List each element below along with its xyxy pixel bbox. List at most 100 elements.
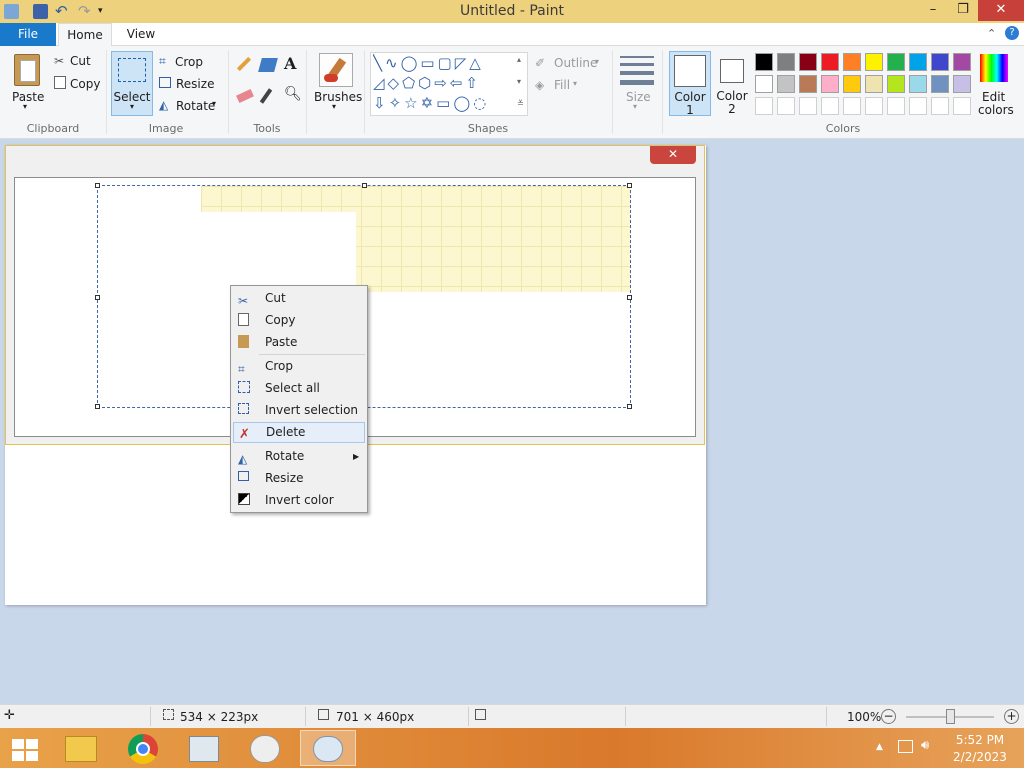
show-hidden-icons[interactable]: ▲ bbox=[876, 742, 883, 752]
taskmgr-button[interactable] bbox=[177, 730, 233, 766]
context-menu-invert-selection[interactable]: Invert selection bbox=[233, 400, 365, 421]
help-icon[interactable]: ? bbox=[1005, 26, 1019, 40]
fill-bucket-icon[interactable] bbox=[258, 58, 278, 72]
shapes-scroll-down-icon[interactable]: ▾ bbox=[517, 77, 521, 86]
custom-color-slot[interactable] bbox=[909, 97, 927, 115]
context-menu-crop[interactable]: ⌗ Crop bbox=[233, 356, 365, 377]
pencil-icon[interactable] bbox=[236, 56, 252, 72]
color-swatch[interactable] bbox=[821, 53, 839, 71]
color-swatch[interactable] bbox=[843, 75, 861, 93]
crop-button[interactable]: Crop bbox=[175, 55, 203, 69]
select-button[interactable]: Select ▾ bbox=[111, 51, 153, 116]
volume-icon[interactable]: 🔊︎ bbox=[921, 738, 929, 753]
paste-dropdown-icon[interactable]: ▾ bbox=[23, 102, 27, 111]
color-picker-icon[interactable] bbox=[259, 88, 273, 104]
context-menu-copy[interactable]: Copy bbox=[233, 310, 365, 331]
custom-color-slot[interactable] bbox=[865, 97, 883, 115]
rotate-dropdown-icon[interactable]: ▾ bbox=[212, 99, 216, 108]
color-swatch[interactable] bbox=[909, 53, 927, 71]
restore-button[interactable]: ❐ bbox=[948, 0, 978, 21]
start-button[interactable] bbox=[0, 730, 56, 766]
color1-button[interactable]: Color 1 bbox=[669, 51, 711, 117]
selection-handle[interactable] bbox=[95, 183, 100, 188]
size-button[interactable]: Size bbox=[626, 90, 651, 104]
clock-time[interactable]: 5:52 PM bbox=[950, 733, 1010, 747]
color-swatch[interactable] bbox=[909, 75, 927, 93]
brushes-dropdown-icon[interactable]: ▾ bbox=[332, 102, 336, 111]
color-swatch[interactable] bbox=[755, 53, 773, 71]
minimize-button[interactable]: – bbox=[918, 0, 948, 21]
minimize-ribbon-icon[interactable]: ⌃ bbox=[987, 27, 996, 40]
color-swatch[interactable] bbox=[931, 75, 949, 93]
color-swatch[interactable] bbox=[887, 75, 905, 93]
color-swatch[interactable] bbox=[887, 53, 905, 71]
file-explorer-button[interactable] bbox=[55, 730, 111, 766]
eraser-icon[interactable] bbox=[236, 88, 254, 104]
custom-color-slot[interactable] bbox=[843, 97, 861, 115]
custom-color-slot[interactable] bbox=[821, 97, 839, 115]
clock-date[interactable]: 2/2/2023 bbox=[950, 750, 1010, 764]
color-swatch[interactable] bbox=[843, 53, 861, 71]
selection-handle[interactable] bbox=[95, 404, 100, 409]
fill-dropdown-icon[interactable]: ▾ bbox=[573, 79, 577, 88]
color-swatch[interactable] bbox=[821, 75, 839, 93]
fill-button[interactable]: Fill bbox=[554, 78, 570, 92]
rotate-button[interactable]: Rotate bbox=[176, 99, 215, 113]
selection-handle[interactable] bbox=[627, 295, 632, 300]
shapes-more-icon[interactable]: ≚ bbox=[517, 99, 524, 108]
color-swatch[interactable] bbox=[777, 75, 795, 93]
zoom-slider-thumb[interactable] bbox=[946, 709, 955, 724]
paint-active-button[interactable] bbox=[300, 730, 356, 766]
custom-color-slot[interactable] bbox=[755, 97, 773, 115]
custom-color-slot[interactable] bbox=[953, 97, 971, 115]
selection-handle[interactable] bbox=[627, 404, 632, 409]
paint-pinned-button[interactable] bbox=[238, 730, 294, 766]
selection-handle[interactable] bbox=[95, 295, 100, 300]
custom-color-slot[interactable] bbox=[887, 97, 905, 115]
size-dropdown-icon[interactable]: ▾ bbox=[633, 102, 637, 111]
context-menu-rotate[interactable]: ◭ Rotate ▶ bbox=[233, 446, 365, 467]
text-tool-icon[interactable]: A bbox=[284, 54, 296, 73]
color-swatch[interactable] bbox=[777, 53, 795, 71]
custom-color-slot[interactable] bbox=[799, 97, 817, 115]
shapes-scroll-up-icon[interactable]: ▴ bbox=[517, 55, 521, 64]
close-button[interactable]: ✕ bbox=[978, 0, 1024, 21]
color-swatch[interactable] bbox=[953, 75, 971, 93]
context-menu-delete[interactable]: ✗ Delete bbox=[233, 422, 365, 443]
context-menu-invert-color[interactable]: Invert color bbox=[233, 490, 365, 511]
outline-button[interactable]: Outline bbox=[554, 56, 597, 70]
cut-icon[interactable]: ✂ bbox=[54, 54, 64, 68]
cut-button[interactable]: Cut bbox=[70, 54, 91, 68]
context-menu-paste[interactable]: Paste bbox=[233, 332, 365, 353]
chrome-button[interactable] bbox=[116, 730, 172, 766]
color-swatch[interactable] bbox=[865, 75, 883, 93]
selection-handle[interactable] bbox=[362, 183, 367, 188]
context-menu-cut[interactable]: ✂ Cut bbox=[233, 288, 365, 309]
color-swatch[interactable] bbox=[799, 53, 817, 71]
selection-handle[interactable] bbox=[627, 183, 632, 188]
color2-button[interactable]: Color 2 bbox=[712, 51, 752, 116]
color-swatch[interactable] bbox=[931, 53, 949, 71]
zoom-in-button[interactable]: + bbox=[1004, 709, 1019, 724]
magnifier-icon[interactable]: 🔍︎ bbox=[284, 86, 302, 102]
context-menu-select-all[interactable]: Select all bbox=[233, 378, 365, 399]
resize-button[interactable]: Resize bbox=[176, 77, 214, 91]
edit-colors-label-2[interactable]: colors bbox=[978, 103, 1014, 117]
tab-file[interactable]: File bbox=[0, 23, 56, 46]
copy-icon[interactable] bbox=[54, 76, 66, 89]
color-swatch[interactable] bbox=[799, 75, 817, 93]
size-icon[interactable] bbox=[620, 56, 654, 85]
context-menu-resize[interactable]: Resize bbox=[233, 468, 365, 489]
outline-dropdown-icon[interactable]: ▾ bbox=[595, 57, 599, 66]
tab-home[interactable]: Home bbox=[58, 23, 112, 47]
zoom-out-button[interactable]: − bbox=[881, 709, 896, 724]
brushes-icon[interactable] bbox=[319, 53, 353, 87]
tab-view[interactable]: View bbox=[116, 23, 166, 47]
brushes-button[interactable]: Brushes bbox=[314, 90, 362, 104]
copy-button[interactable]: Copy bbox=[70, 77, 100, 91]
edit-colors-icon[interactable] bbox=[980, 54, 1008, 82]
edit-colors-label-1[interactable]: Edit bbox=[982, 90, 1005, 104]
custom-color-slot[interactable] bbox=[931, 97, 949, 115]
color-swatch[interactable] bbox=[865, 53, 883, 71]
network-icon[interactable] bbox=[898, 740, 913, 753]
